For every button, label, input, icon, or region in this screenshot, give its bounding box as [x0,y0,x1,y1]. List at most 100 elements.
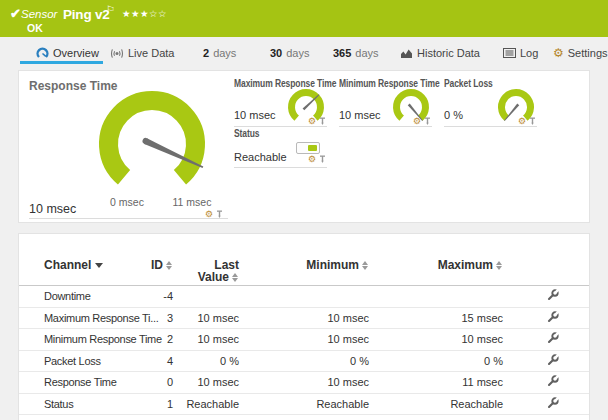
channel-minimum: 0 % [239,350,369,372]
wrench-icon[interactable] [547,397,559,409]
channel-actions [503,372,589,394]
table-row: Maximum Response Ti... 3 10 msec 10 msec… [19,307,589,329]
gauge-action-icons: ⚙ [308,116,326,126]
channel-gear-icon[interactable]: ⚙ [308,116,316,126]
table-row: Response Time 0 10 msec 10 msec 11 msec [19,372,589,394]
channel-name[interactable]: Response Time [19,372,149,394]
channel-actions [503,350,589,372]
col-header-id[interactable]: ID [149,246,173,286]
tab-number: 365 [333,47,351,59]
sensor-title: Ping v2 [63,7,110,22]
col-header-minimum[interactable]: Minimum [239,246,369,286]
channel-maximum [369,286,503,308]
gauge-action-icons: ⚙ [518,116,536,126]
status-indicator-on [308,145,317,151]
mini-gauge-value: 10 msec [234,109,276,121]
pin-icon[interactable] [319,117,326,125]
mini-gauge-max-response: Maximum Response Time 10 msec ⚙ [234,78,327,127]
channel-name[interactable]: Maximum Response Ti... [19,307,149,329]
tab-settings[interactable]: ⚙ Settings [553,42,608,64]
pin-icon[interactable] [529,117,536,125]
sort-icon [496,261,503,270]
overview-gauges-panel: Response Time 0 msec 11 msec 10 msec ⚙ M… [18,70,590,223]
channel-actions [503,393,589,415]
mini-gauge-min-response: Minimum Response Time 10 msec ⚙ [339,78,432,127]
pin-icon[interactable] [216,210,223,218]
table-row: Minimum Response Time 2 10 msec 10 msec … [19,329,589,351]
tab-2-days[interactable]: 2 days [203,42,236,64]
main-gauge-value: 10 msec [29,202,76,216]
gauge-min-label: 0 msec [102,196,152,208]
object-type-label: Sensor [21,8,57,20]
channel-maximum: 0 % [369,350,503,372]
pin-icon[interactable] [424,117,431,125]
channel-maximum: 10 msec [369,329,503,351]
wrench-icon[interactable] [547,311,559,323]
flag-icon[interactable]: ⚐ [106,4,115,15]
channel-last-value: 10 msec [173,307,239,329]
gauge-action-icons: ⚙ [413,116,431,126]
channel-actions [503,329,589,351]
channel-name[interactable]: Status [19,393,149,415]
col-header-maximum[interactable]: Maximum [369,246,503,286]
sort-desc-icon [95,263,103,268]
channel-gear-icon[interactable]: ⚙ [308,154,316,164]
status-value: Reachable [234,151,287,163]
tab-log[interactable]: Log [503,42,538,64]
wrench-icon[interactable] [547,354,559,366]
tab-label: Live Data [128,47,174,59]
tab-label: Log [520,47,538,59]
tab-label: Settings [568,47,608,59]
status-indicator [296,142,320,154]
channel-gear-icon[interactable]: ⚙ [413,116,421,126]
channel-maximum: 11 msec [369,372,503,394]
table-row: Downtime -4 [19,286,589,308]
sort-icon [232,273,239,282]
channels-table: Channel ID LastValue Minimum Maximum Dow… [19,246,589,415]
channel-minimum: 10 msec [239,329,369,351]
sensor-status-badge: OK [27,22,43,34]
tab-unit: days [355,47,378,59]
tab-bar: Overview Live Data 2 days 30 days 365 da… [0,42,608,64]
channel-name[interactable]: Downtime [19,286,149,308]
response-time-gauge [93,82,223,202]
channel-actions [503,307,589,329]
wrench-icon[interactable] [547,289,559,301]
tab-label: Overview [53,47,99,59]
tab-30-days[interactable]: 30 days [270,42,310,64]
channel-name[interactable]: Minimum Response Time [19,329,149,351]
col-header-channel[interactable]: Channel [19,246,149,286]
log-icon [503,48,516,58]
status-title: Status [234,128,313,139]
channel-minimum: Reachable [239,393,369,415]
wrench-icon[interactable] [547,332,559,344]
col-header-last-value[interactable]: LastValue [173,246,239,286]
priority-stars[interactable]: ★★★☆☆ [122,8,167,19]
channel-minimum: 10 msec [239,307,369,329]
chart-icon [400,48,413,59]
channel-id: 0 [149,372,173,394]
channel-last-value: Reachable [173,393,239,415]
sort-icon [166,261,173,270]
channel-last-value [173,286,239,308]
active-tab-indicator [20,61,103,64]
tab-live-data[interactable]: Live Data [110,42,174,64]
mini-gauge-value: 10 msec [339,109,381,121]
channel-maximum: 15 msec [369,307,503,329]
tab-unit: days [286,47,309,59]
pin-icon[interactable] [319,155,326,163]
gear-icon: ⚙ [553,46,564,60]
mini-gauge-value: 0 % [444,109,463,121]
tab-365-days[interactable]: 365 days [333,42,379,64]
channel-id: -4 [149,286,173,308]
wrench-icon[interactable] [547,375,559,387]
channel-gear-icon[interactable]: ⚙ [518,116,526,126]
divider [29,218,228,219]
channel-minimum: 10 msec [239,372,369,394]
sensor-header: ✔ Sensor Ping v2 ⚐ ★★★☆☆ OK [0,0,608,37]
channel-last-value: 10 msec [173,372,239,394]
tab-historic-data[interactable]: Historic Data [400,42,480,64]
table-header-row: Channel ID LastValue Minimum Maximum [19,246,589,286]
status-check-icon: ✔ [10,6,21,21]
channel-name[interactable]: Packet Loss [19,350,149,372]
